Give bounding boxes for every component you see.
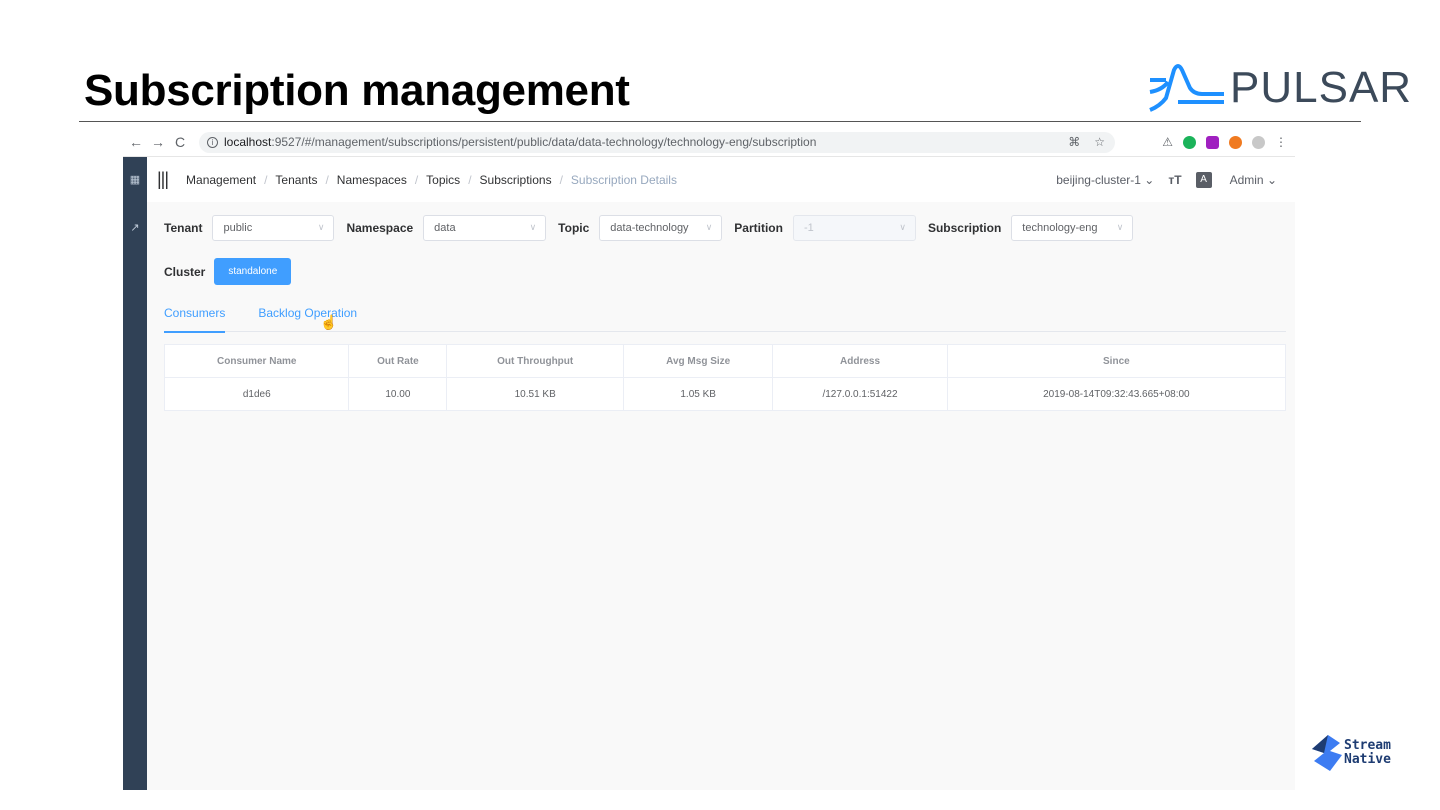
topic-label: Topic bbox=[558, 221, 590, 235]
pulsar-wave-icon bbox=[1149, 64, 1224, 112]
breadcrumb-tenants[interactable]: Tenants bbox=[275, 173, 317, 187]
app-main: ||| Management / Tenants / Namespaces / Top… bbox=[147, 157, 1295, 790]
breadcrumb-subscription-details: Subscription Details bbox=[570, 172, 677, 187]
table-cell: d1de6 bbox=[163, 377, 350, 411]
column-header: Consumer Name bbox=[163, 344, 350, 378]
pulsar-logo: PULSAR bbox=[1148, 58, 1413, 118]
table-row: d1de6 10.00 10.51 KB 1.05 KB /127.0.0.1:… bbox=[163, 377, 1287, 411]
extension-orange-icon[interactable] bbox=[1229, 135, 1242, 149]
breadcrumb-topics[interactable]: Topics bbox=[426, 173, 460, 187]
breadcrumb: Management / Tenants / Namespaces / Topics /… bbox=[186, 172, 677, 187]
breadcrumb-subscriptions[interactable]: Subscriptions bbox=[480, 173, 552, 187]
slide-divider bbox=[79, 121, 1361, 122]
grammarly-icon[interactable] bbox=[1183, 135, 1196, 149]
partition-label: Partition bbox=[734, 221, 783, 235]
namespace-select[interactable]: data ∨ bbox=[423, 215, 547, 241]
filter-row: Tenant public ∨ Namespace data ∨ Topic dat… bbox=[164, 215, 1145, 241]
table-cell: 10.00 bbox=[348, 377, 448, 411]
user-menu[interactable]: Admin ⌄ bbox=[1230, 173, 1277, 187]
table-header-row: Consumer Name Out Rate Out Throughput Av… bbox=[163, 344, 1287, 378]
cluster-label: Cluster bbox=[164, 264, 206, 279]
chevron-down-icon: ∨ bbox=[317, 222, 325, 232]
table-cell: 1.05 KB bbox=[623, 377, 774, 411]
chevron-down-icon: ⌄ bbox=[1266, 172, 1277, 187]
cluster-dropdown-label: beijing-cluster-1 bbox=[1056, 172, 1141, 187]
tab-consumers[interactable]: Consumers bbox=[164, 303, 226, 333]
chevron-down-icon: ∨ bbox=[705, 222, 713, 232]
chevron-down-icon: ∨ bbox=[1116, 222, 1124, 232]
hamburger-icon[interactable]: ||| bbox=[157, 169, 169, 190]
hand-cursor-icon: ☝ bbox=[320, 314, 338, 330]
browser-menu-icon[interactable]: ⋮ bbox=[1275, 135, 1287, 149]
info-icon[interactable]: i bbox=[207, 136, 218, 148]
forward-button[interactable]: → bbox=[147, 134, 169, 150]
browser-window: ← → C i localhost:9527/#/management/subs… bbox=[123, 128, 1295, 790]
topic-select-value: data-technology bbox=[610, 222, 689, 234]
cluster-row: Cluster standalone bbox=[164, 258, 292, 285]
bookmark-star-icon[interactable]: ☆ bbox=[1094, 135, 1105, 149]
breadcrumb-management[interactable]: Management bbox=[186, 173, 256, 187]
url-input[interactable]: i localhost:9527/#/management/subscripti… bbox=[199, 131, 1115, 153]
subscription-select[interactable]: technology-eng ∨ bbox=[1011, 215, 1134, 241]
column-header: Out Rate bbox=[348, 344, 448, 378]
column-header: Out Throughput bbox=[446, 344, 625, 378]
subscription-select-value: technology-eng bbox=[1022, 222, 1098, 234]
url-host: localhost bbox=[224, 135, 272, 149]
subscription-label: Subscription bbox=[927, 221, 1002, 235]
cluster-dropdown[interactable]: beijing-cluster-1 ⌄ bbox=[1056, 173, 1154, 187]
chevron-down-icon: ∨ bbox=[899, 222, 906, 232]
chevron-down-icon: ⌄ bbox=[1144, 172, 1155, 187]
back-button[interactable]: ← bbox=[125, 134, 147, 150]
streamnative-text-line2: Native bbox=[1344, 752, 1391, 767]
external-link-icon[interactable]: ↗ bbox=[128, 221, 142, 235]
streamnative-mark-icon bbox=[1312, 735, 1342, 771]
streamnative-text-line1: Stream bbox=[1344, 738, 1391, 753]
extension-icon[interactable]: ⚠ bbox=[1162, 135, 1173, 149]
language-icon[interactable]: A bbox=[1195, 171, 1212, 188]
namespace-label: Namespace bbox=[346, 221, 414, 235]
tenant-select[interactable]: public ∨ bbox=[212, 215, 335, 241]
breadcrumb-namespaces[interactable]: Namespaces bbox=[337, 173, 407, 187]
url-path: :9527/#/management/subscriptions/persist… bbox=[271, 135, 817, 149]
dashboard-icon[interactable]: ▦ bbox=[128, 173, 142, 187]
tenant-label: Tenant bbox=[164, 221, 203, 235]
pulsar-logo-text: PULSAR bbox=[1230, 63, 1413, 112]
tab-backlog-operation[interactable]: Backlog Operation bbox=[258, 303, 357, 332]
consumers-table: Consumer Name Out Rate Out Throughput Av… bbox=[163, 344, 1287, 411]
table-cell: 10.51 KB bbox=[446, 377, 625, 411]
top-navbar: ||| Management / Tenants / Namespaces / Top… bbox=[147, 157, 1295, 202]
column-header: Since bbox=[946, 344, 1287, 378]
standalone-cluster-button[interactable]: standalone bbox=[214, 258, 292, 285]
namespace-select-value: data bbox=[434, 222, 456, 234]
partition-select-value: -1 bbox=[803, 222, 814, 234]
reload-button[interactable]: C bbox=[169, 134, 191, 150]
table-cell: 2019-08-14T09:32:43.665+08:00 bbox=[946, 377, 1287, 411]
font-size-icon[interactable]: тT bbox=[1168, 173, 1181, 187]
user-menu-label: Admin bbox=[1229, 172, 1264, 187]
slide-title: Subscription management bbox=[84, 66, 630, 115]
topic-select[interactable]: data-technology ∨ bbox=[599, 215, 723, 241]
extension-purple-icon[interactable] bbox=[1206, 135, 1219, 149]
streamnative-logo: Stream Native bbox=[1312, 735, 1391, 771]
address-bar: ← → C i localhost:9527/#/management/subs… bbox=[123, 128, 1295, 157]
tenant-select-value: public bbox=[223, 222, 253, 234]
profile-avatar-icon[interactable] bbox=[1252, 135, 1265, 149]
column-header: Address bbox=[772, 344, 948, 378]
sidebar: ▦ ↗ bbox=[123, 157, 147, 790]
translate-icon[interactable]: ⌘ bbox=[1068, 135, 1080, 149]
partition-select: -1 ∨ bbox=[792, 215, 916, 241]
table-cell: /127.0.0.1:51422 bbox=[772, 377, 948, 411]
column-header: Avg Msg Size bbox=[623, 344, 774, 378]
chevron-down-icon: ∨ bbox=[529, 222, 537, 232]
